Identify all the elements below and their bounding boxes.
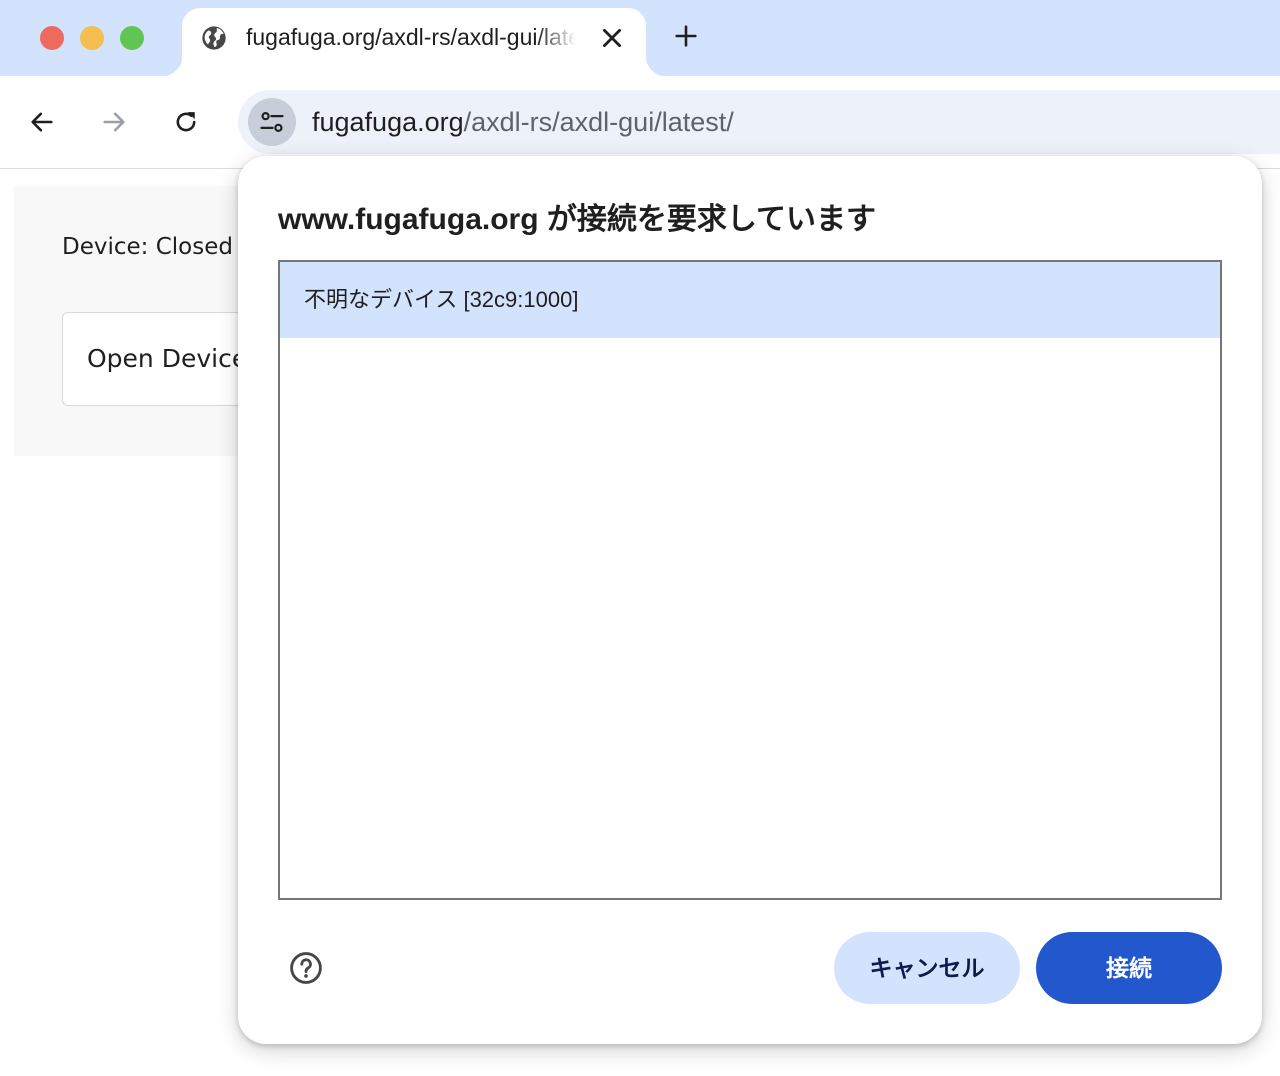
window-minimize-button[interactable] [80,26,104,50]
help-circle-icon[interactable] [288,950,324,986]
url-path: /axdl-rs/axdl-gui/latest/ [463,107,734,137]
close-icon[interactable] [598,24,626,52]
window-zoom-button[interactable] [120,26,144,50]
url-text[interactable]: fugafuga.org/axdl-rs/axdl-gui/latest/ [312,106,734,138]
plus-icon[interactable] [672,22,700,50]
cancel-button[interactable]: キャンセル [834,932,1020,1004]
device-list-item[interactable]: 不明なデバイス [32c9:1000] [280,262,1220,338]
dialog-title: www.fugafuga.org が接続を要求しています [278,203,876,236]
device-list[interactable]: 不明なデバイス [32c9:1000] [278,260,1222,900]
arrow-back-icon[interactable] [28,108,56,136]
tune-icon [260,112,284,132]
device-status-text: Device: Closed [62,234,233,260]
address-bar[interactable]: fugafuga.org/axdl-rs/axdl-gui/latest/ [238,90,1280,154]
window-close-button[interactable] [40,26,64,50]
device-chooser-dialog: www.fugafuga.org が接続を要求しています 不明なデバイス [32… [238,156,1262,1044]
site-info-button[interactable] [248,98,296,146]
browser-tab[interactable]: fugafuga.org/axdl-rs/axdl-gui/latest/ [162,8,666,76]
device-list-item-label: 不明なデバイス [32c9:1000] [304,287,579,312]
tab-title: fugafuga.org/axdl-rs/axdl-gui/latest/ [246,24,576,50]
arrow-forward-icon[interactable] [100,108,128,136]
tab-strip: fugafuga.org/axdl-rs/axdl-gui/latest/ [0,0,1280,76]
globe-icon [202,26,226,50]
url-domain: fugafuga.org [312,107,464,137]
reload-icon[interactable] [172,108,200,136]
open-device-label: Open Device [87,344,248,373]
connect-button[interactable]: 接続 [1036,932,1222,1004]
